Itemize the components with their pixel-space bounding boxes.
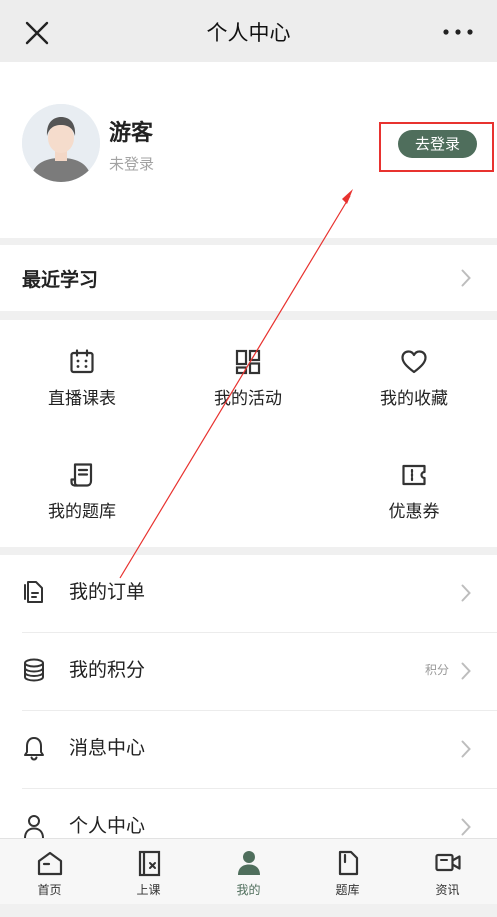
bottom-safe-area xyxy=(0,904,497,917)
list-item-personal-center[interactable]: 个人中心 xyxy=(0,789,497,838)
feature-grid: 直播课表 我的活动 我的收藏 我的题库 优惠券 xyxy=(0,320,497,547)
grid-item-label: 我的收藏 xyxy=(380,389,448,409)
grid-item-label: 直播课表 xyxy=(48,389,116,409)
login-status: 未登录 xyxy=(109,155,155,173)
user-name: 游客 xyxy=(109,121,154,146)
tab-question-bank[interactable]: 题库 xyxy=(298,839,397,905)
chevron-right-icon xyxy=(461,584,471,602)
chevron-right-icon xyxy=(461,740,471,758)
calendar-icon xyxy=(70,349,94,374)
tab-home[interactable]: 首页 xyxy=(0,839,99,905)
tab-news[interactable]: 资讯 xyxy=(398,839,497,905)
person-icon xyxy=(237,851,260,875)
video-icon xyxy=(434,853,461,872)
tab-label: 题库 xyxy=(335,883,360,897)
menu-list: 我的订单 我的积分 积分 消息中心 个人中心 xyxy=(0,555,497,838)
page-title: 个人中心 xyxy=(206,21,291,45)
profile-card: 游客 未登录 去登录 xyxy=(0,62,497,238)
avatar[interactable] xyxy=(22,104,100,182)
tab-label: 上课 xyxy=(136,883,161,897)
annotation-highlight-box: 去登录 xyxy=(379,122,494,172)
home-icon xyxy=(37,851,62,876)
grid-item-label: 优惠券 xyxy=(388,502,440,522)
grid-item-my-favorites[interactable]: 我的收藏 xyxy=(344,348,484,418)
heart-icon xyxy=(401,350,427,374)
list-item-label: 我的订单 xyxy=(69,581,146,603)
list-item-label: 个人中心 xyxy=(69,815,146,837)
grid-item-live-schedule[interactable]: 直播课表 xyxy=(12,348,152,418)
chevron-right-icon xyxy=(461,818,471,836)
tab-label: 资讯 xyxy=(435,883,460,897)
tab-class[interactable]: 上课 xyxy=(99,839,198,905)
tab-bar: 首页 上课 我的 题库 资讯 xyxy=(0,838,497,904)
user-icon xyxy=(24,815,44,838)
bell-icon xyxy=(24,737,44,761)
avatar-icon xyxy=(22,104,100,182)
chevron-right-icon xyxy=(461,662,471,680)
grid-item-label: 我的活动 xyxy=(214,389,282,409)
question-bank-icon xyxy=(338,850,358,876)
grid-item-label: 我的题库 xyxy=(48,502,116,522)
scroll-icon xyxy=(70,463,93,487)
points-value: 积分 xyxy=(424,663,449,677)
grid-item-coupons[interactable]: 优惠券 xyxy=(344,461,484,531)
list-item-message-center[interactable]: 消息中心 xyxy=(0,711,497,789)
grid-icon xyxy=(235,349,261,375)
list-item-my-orders[interactable]: 我的订单 xyxy=(0,555,497,633)
tab-mine[interactable]: 我的 xyxy=(199,839,298,905)
more-icon[interactable] xyxy=(441,22,475,42)
coupon-icon xyxy=(402,464,426,486)
tab-label: 首页 xyxy=(37,883,62,897)
list-item-label: 消息中心 xyxy=(69,737,146,759)
list-item-my-points[interactable]: 我的积分 积分 xyxy=(0,633,497,711)
tab-label: 我的 xyxy=(236,883,261,897)
nav-bar: 个人中心 xyxy=(0,0,497,62)
chevron-right-icon xyxy=(461,269,471,287)
grid-item-my-question-bank[interactable]: 我的题库 xyxy=(12,461,152,531)
coins-icon xyxy=(24,658,44,682)
grid-item-my-activities[interactable]: 我的活动 xyxy=(178,348,318,418)
recent-study-row[interactable]: 最近学习 xyxy=(0,245,497,311)
recent-study-label: 最近学习 xyxy=(22,269,99,291)
login-button[interactable]: 去登录 xyxy=(398,130,477,158)
list-item-label: 我的积分 xyxy=(69,659,146,681)
order-icon xyxy=(24,581,43,603)
class-icon xyxy=(138,850,160,877)
